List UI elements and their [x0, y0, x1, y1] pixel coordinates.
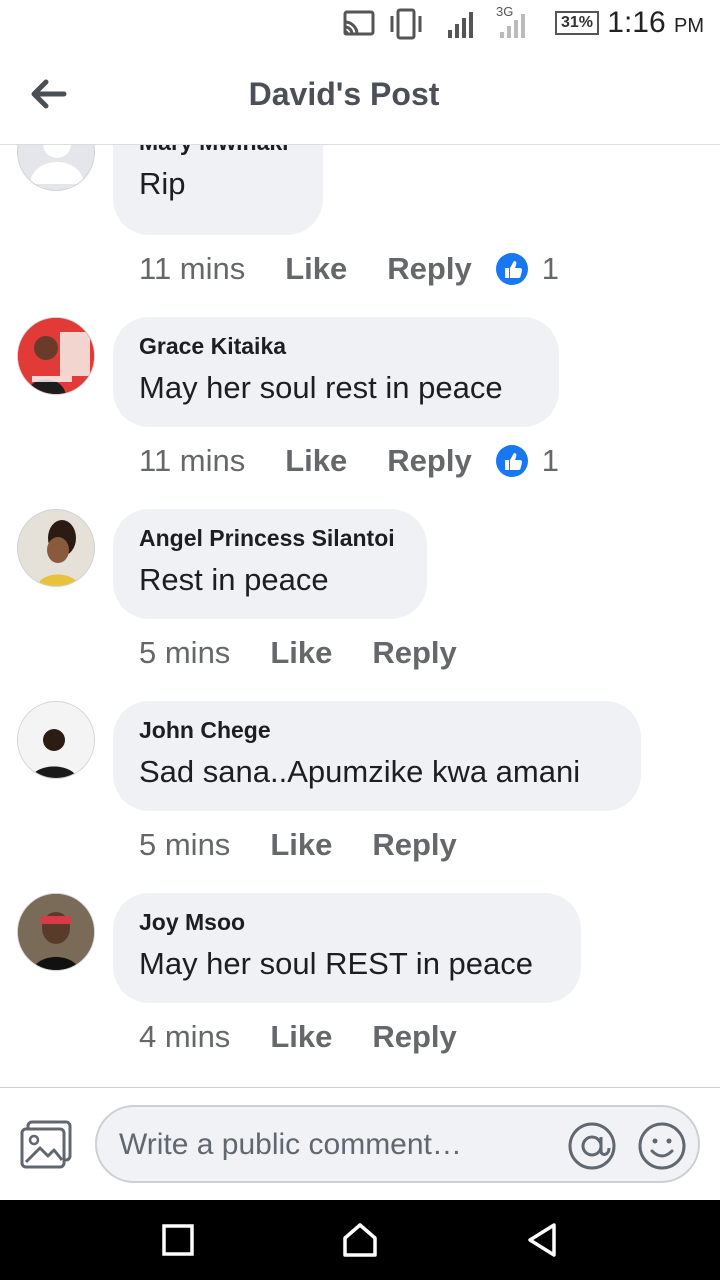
battery-level: 31% [560, 14, 594, 31]
profile-photo [18, 510, 94, 586]
comment-actions: 5 mins Like Reply [139, 827, 457, 863]
like-button[interactable]: Like [285, 443, 347, 479]
comment-actions: 4 mins Like Reply [139, 1019, 457, 1055]
top-app-bar: David's Post [0, 48, 720, 145]
comment-actions: 11 mins Like Reply 1 [139, 251, 559, 287]
reaction-count: 1 [541, 443, 559, 478]
comment-input[interactable] [117, 1107, 561, 1183]
profile-photo [18, 894, 94, 970]
avatar[interactable] [17, 701, 95, 779]
comment-time[interactable]: 5 mins [139, 635, 230, 671]
avatar[interactable] [17, 145, 95, 191]
page-title: David's Post [248, 76, 440, 112]
reply-button[interactable]: Reply [387, 251, 471, 287]
comment-item: Grace Kitaika May her soul rest in peace… [0, 317, 720, 509]
comment-text: Sad sana..Apumzike kwa amani [139, 754, 581, 789]
default-avatar-icon [30, 145, 84, 184]
thumbs-up-icon [495, 445, 528, 477]
comment-actions: 5 mins Like Reply [139, 635, 457, 671]
home-icon[interactable] [340, 1220, 380, 1260]
like-button[interactable]: Like [270, 827, 332, 863]
clock: 1:16 PM [607, 6, 704, 40]
comment-author[interactable]: Joy Msoo [139, 909, 555, 936]
comment-text: Rip [139, 166, 186, 201]
vibrate-icon [390, 8, 422, 40]
reply-button[interactable]: Reply [372, 1019, 456, 1055]
comment-time[interactable]: 4 mins [139, 1019, 230, 1055]
comment-item: Mary Mwihaki Rip 11 mins Like Reply 1 [0, 145, 720, 301]
comment-time[interactable]: 5 mins [139, 827, 230, 863]
avatar[interactable] [17, 509, 95, 587]
comment-time[interactable]: 11 mins [139, 443, 245, 479]
like-button[interactable]: Like [285, 251, 347, 287]
battery-icon: 31% [555, 11, 599, 35]
comment-bubble[interactable]: Angel Princess Silantoi Rest in peace [113, 509, 427, 619]
like-button[interactable]: Like [270, 635, 332, 671]
avatar[interactable] [17, 893, 95, 971]
comment-time[interactable]: 11 mins [139, 251, 245, 287]
comment-bubble[interactable]: Mary Mwihaki Rip [113, 145, 323, 235]
comment-composer [0, 1087, 720, 1201]
signal-3g-icon: 3G [496, 4, 525, 38]
comment-author[interactable]: Grace Kitaika [139, 333, 533, 360]
comment-list[interactable]: Mary Mwihaki Rip 11 mins Like Reply 1 [0, 145, 720, 1087]
reaction-summary[interactable]: 1 [495, 443, 559, 479]
comment-bubble[interactable]: Joy Msoo May her soul REST in peace [113, 893, 581, 1003]
reply-button[interactable]: Reply [372, 635, 456, 671]
network-type-label: 3G [496, 4, 513, 19]
recents-icon[interactable] [158, 1220, 198, 1260]
back-icon[interactable] [522, 1220, 562, 1260]
avatar[interactable] [17, 317, 95, 395]
reaction-summary[interactable]: 1 [495, 251, 559, 287]
comment-text: Rest in peace [139, 562, 329, 597]
profile-photo [18, 318, 94, 394]
signal-icon [448, 12, 473, 38]
comment-input-wrapper [95, 1105, 700, 1183]
comment-bubble[interactable]: Grace Kitaika May her soul rest in peace [113, 317, 559, 427]
status-bar: 3G 31% 1:16 PM [0, 0, 720, 48]
comment-bubble[interactable]: John Chege Sad sana..Apumzike kwa amani [113, 701, 641, 811]
comment-item: Angel Princess Silantoi Rest in peace 5 … [0, 509, 720, 701]
photo-icon[interactable] [20, 1120, 74, 1170]
comment-item: Joy Msoo May her soul REST in peace 4 mi… [0, 893, 720, 1085]
comment-actions: 11 mins Like Reply 1 [139, 443, 559, 479]
thumbs-up-icon [495, 253, 528, 285]
comment-item: John Chege Sad sana..Apumzike kwa amani … [0, 701, 720, 893]
clock-ampm: PM [674, 15, 704, 37]
system-nav-bar [0, 1200, 720, 1280]
reaction-count: 1 [541, 251, 559, 286]
reply-button[interactable]: Reply [372, 827, 456, 863]
comment-author[interactable]: Angel Princess Silantoi [139, 525, 401, 552]
reply-button[interactable]: Reply [387, 443, 471, 479]
comment-text: May her soul rest in peace [139, 370, 503, 405]
like-button[interactable]: Like [270, 1019, 332, 1055]
comment-author[interactable]: Mary Mwihaki [139, 145, 297, 156]
profile-photo [18, 702, 94, 778]
clock-time: 1:16 [607, 6, 666, 39]
emoji-icon[interactable] [637, 1121, 687, 1171]
comment-author[interactable]: John Chege [139, 717, 615, 744]
at-sign-icon[interactable] [567, 1121, 617, 1171]
cast-icon [343, 10, 375, 36]
comment-text: May her soul REST in peace [139, 946, 534, 981]
